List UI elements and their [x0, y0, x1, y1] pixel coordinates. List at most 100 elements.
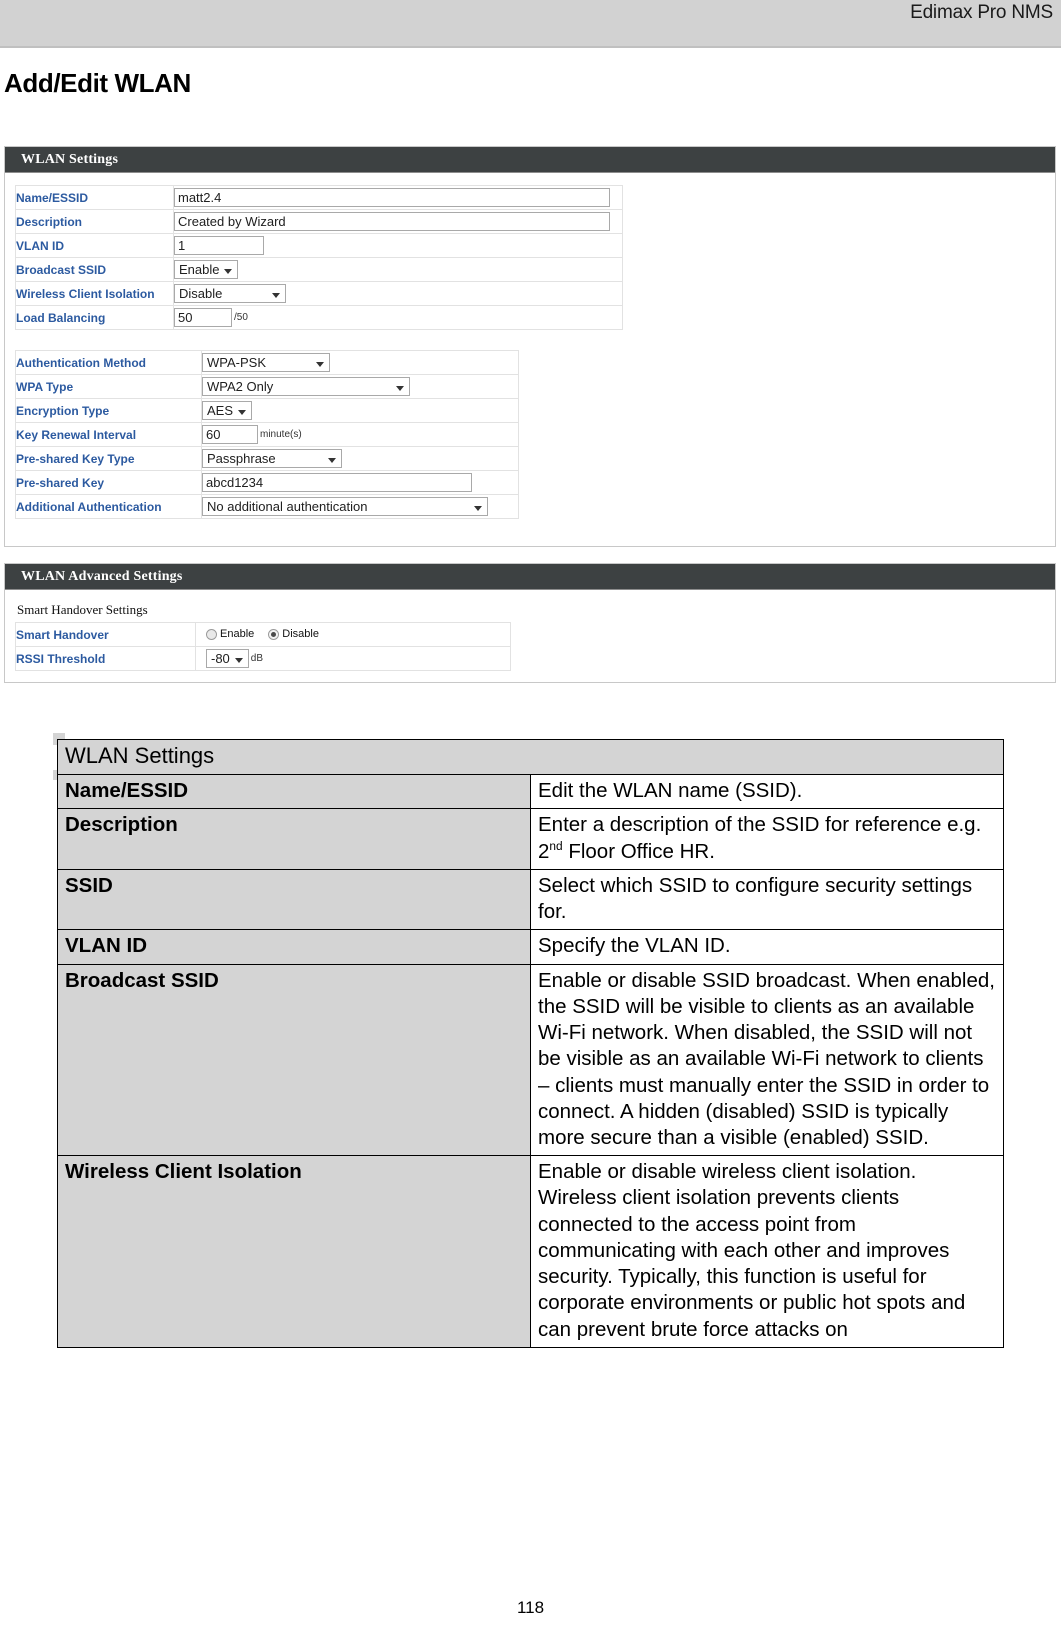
form-row-broadcast-ssid: Broadcast SSID Enable	[15, 257, 623, 282]
label-wpa-type: WPA Type	[15, 374, 202, 399]
doc-value-vlan-id: Specify the VLAN ID.	[530, 929, 1004, 965]
doc-value-name-essid: Edit the WLAN name (SSID).	[530, 774, 1004, 810]
label-broadcast-ssid: Broadcast SSID	[15, 257, 174, 282]
form-row-psk-type: Pre-shared Key Type Passphrase	[15, 446, 519, 471]
doc-key-broadcast-ssid: Broadcast SSID	[57, 963, 531, 1157]
wlan-advanced-title: WLAN Advanced Settings	[21, 568, 183, 584]
wpa-type-select[interactable]: WPA2 Only	[202, 377, 410, 396]
form-row-additional-auth: Additional Authentication No additional …	[15, 494, 519, 519]
doc-value-wireless-client-isolation: Enable or disable wireless client isolat…	[530, 1155, 1004, 1348]
field-cell-smart-handover: Enable Disable	[195, 622, 511, 647]
form-row-wpa-type: WPA Type WPA2 Only	[15, 374, 519, 399]
additional-auth-select[interactable]: No additional authentication	[202, 497, 488, 516]
rssi-threshold-select[interactable]: -80	[206, 649, 249, 668]
key-renewal-unit-label: minute(s)	[260, 429, 302, 440]
doc-table-header-row: WLAN Settings	[57, 738, 1004, 776]
smart-handover-enable-label: Enable	[220, 628, 255, 641]
psk-input[interactable]: abcd1234	[202, 473, 472, 492]
field-cell-additional-auth: No additional authentication	[201, 494, 519, 519]
key-renewal-interval-input[interactable]: 60	[202, 425, 258, 444]
wlan-settings-titlebar: WLAN Settings	[5, 147, 1055, 173]
label-auth-method: Authentication Method	[15, 350, 202, 375]
field-cell-broadcast-ssid: Enable	[173, 257, 623, 282]
smart-handover-enable-radio[interactable]	[206, 628, 217, 640]
wireless-client-isolation-select[interactable]: Disable	[174, 284, 286, 303]
form-row-auth-method: Authentication Method WPA-PSK	[15, 350, 519, 375]
field-cell-wpa-type: WPA2 Only	[201, 374, 519, 399]
smart-handover-disable-label: Disable	[282, 628, 319, 641]
page-title: Add/Edit WLAN	[4, 68, 191, 98]
table-row: Name/ESSID Edit the WLAN name (SSID).	[57, 774, 1004, 810]
label-psk: Pre-shared Key	[15, 470, 202, 495]
wlan-security-form: Authentication Method WPA-PSK WPA Type W…	[15, 350, 519, 519]
label-wireless-client-isolation: Wireless Client Isolation	[15, 281, 174, 306]
field-cell-vlan-id: 1	[173, 233, 623, 258]
field-cell-encryption-type: AES	[201, 398, 519, 423]
smart-handover-subheading: Smart Handover Settings	[17, 602, 148, 617]
wlan-settings-screenshot: WLAN Settings Name/ESSID matt2.4 Descrip…	[4, 146, 1056, 547]
doc-value-broadcast-ssid: Enable or disable SSID broadcast. When e…	[530, 963, 1004, 1157]
wlan-settings-title: WLAN Settings	[21, 151, 119, 167]
doc-value-description-ordinal: nd	[549, 838, 563, 853]
field-cell-load-balancing: 50/50	[173, 305, 623, 330]
form-row-load-balancing: Load Balancing 50/50	[15, 305, 623, 330]
doc-key-ssid: SSID	[57, 868, 531, 931]
psk-type-select[interactable]: Passphrase	[202, 449, 342, 468]
doc-key-wireless-client-isolation: Wireless Client Isolation	[57, 1155, 531, 1348]
wlan-advanced-settings-screenshot: WLAN Advanced Settings Smart Handover Se…	[4, 563, 1056, 683]
label-additional-auth: Additional Authentication	[15, 494, 202, 519]
page-number: 118	[516, 1598, 545, 1617]
broadcast-ssid-select[interactable]: Enable	[174, 260, 239, 279]
form-row-description: Description Created by Wizard	[15, 209, 623, 234]
label-description: Description	[15, 209, 174, 234]
form-row-smart-handover: Smart Handover Enable Disable	[15, 622, 511, 647]
form-row-vlan-id: VLAN ID 1	[15, 233, 623, 258]
doc-key-name-essid: Name/ESSID	[57, 774, 531, 810]
doc-value-description-post: Floor Office HR.	[562, 839, 715, 863]
form-row-encryption-type: Encryption Type AES	[15, 398, 519, 423]
table-row: Wireless Client Isolation Enable or disa…	[57, 1155, 1004, 1348]
auth-method-select[interactable]: WPA-PSK	[202, 353, 330, 372]
load-balancing-input[interactable]: 50	[174, 308, 232, 327]
label-smart-handover: Smart Handover	[15, 622, 196, 647]
field-cell-name-essid: matt2.4	[173, 185, 623, 210]
form-row-wireless-client-isolation: Wireless Client Isolation Disable	[15, 281, 623, 306]
doc-key-description: Description	[57, 808, 531, 870]
label-psk-type: Pre-shared Key Type	[15, 446, 202, 471]
field-cell-auth-method: WPA-PSK	[201, 350, 519, 375]
field-cell-rssi-threshold: -80 dB	[195, 646, 511, 671]
doc-value-description: Enter a description of the SSID for refe…	[530, 808, 1004, 870]
wlan-advanced-titlebar: WLAN Advanced Settings	[5, 564, 1055, 590]
smart-handover-disable-radio[interactable]	[268, 628, 280, 640]
label-key-renewal-interval: Key Renewal Interval	[15, 422, 202, 447]
label-rssi-threshold: RSSI Threshold	[15, 646, 196, 671]
doc-key-vlan-id: VLAN ID	[57, 929, 531, 965]
vlan-id-input[interactable]: 1	[174, 236, 264, 255]
field-cell-wireless-client-isolation: Disable	[173, 281, 623, 306]
field-cell-description: Created by Wizard	[173, 209, 623, 234]
table-row: Broadcast SSID Enable or disable SSID br…	[57, 963, 1004, 1157]
label-load-balancing: Load Balancing	[15, 305, 174, 330]
form-row-name-essid: Name/ESSID matt2.4	[15, 185, 623, 210]
field-cell-key-renewal-interval: 60 minute(s)	[201, 422, 519, 447]
field-cell-psk-type: Passphrase	[201, 446, 519, 471]
rssi-threshold-unit-label: dB	[250, 653, 264, 664]
encryption-type-select[interactable]: AES	[202, 401, 253, 420]
doc-table-section-title: WLAN Settings	[57, 738, 1004, 776]
load-balancing-max-label: /50	[234, 312, 248, 323]
form-row-rssi-threshold: RSSI Threshold -80 dB	[15, 646, 511, 671]
label-encryption-type: Encryption Type	[15, 398, 202, 423]
field-cell-psk: abcd1234	[201, 470, 519, 495]
table-row: SSID Select which SSID to configure secu…	[57, 868, 1004, 931]
wlan-basic-form: Name/ESSID matt2.4 Description Created b…	[15, 185, 623, 330]
doc-value-ssid: Select which SSID to configure security …	[530, 868, 1004, 931]
label-name-essid: Name/ESSID	[15, 185, 174, 210]
page-header-band: Edimax Pro NMS	[0, 0, 1061, 48]
smart-handover-form: Smart Handover Enable Disable RSSI Thresh…	[15, 622, 511, 671]
name-essid-input[interactable]: matt2.4	[174, 188, 610, 207]
label-vlan-id: VLAN ID	[15, 233, 174, 258]
description-input[interactable]: Created by Wizard	[174, 212, 610, 231]
table-row: VLAN ID Specify the VLAN ID.	[57, 929, 1004, 965]
brand-label: Edimax Pro NMS	[910, 2, 1053, 23]
form-row-psk: Pre-shared Key abcd1234	[15, 470, 519, 495]
